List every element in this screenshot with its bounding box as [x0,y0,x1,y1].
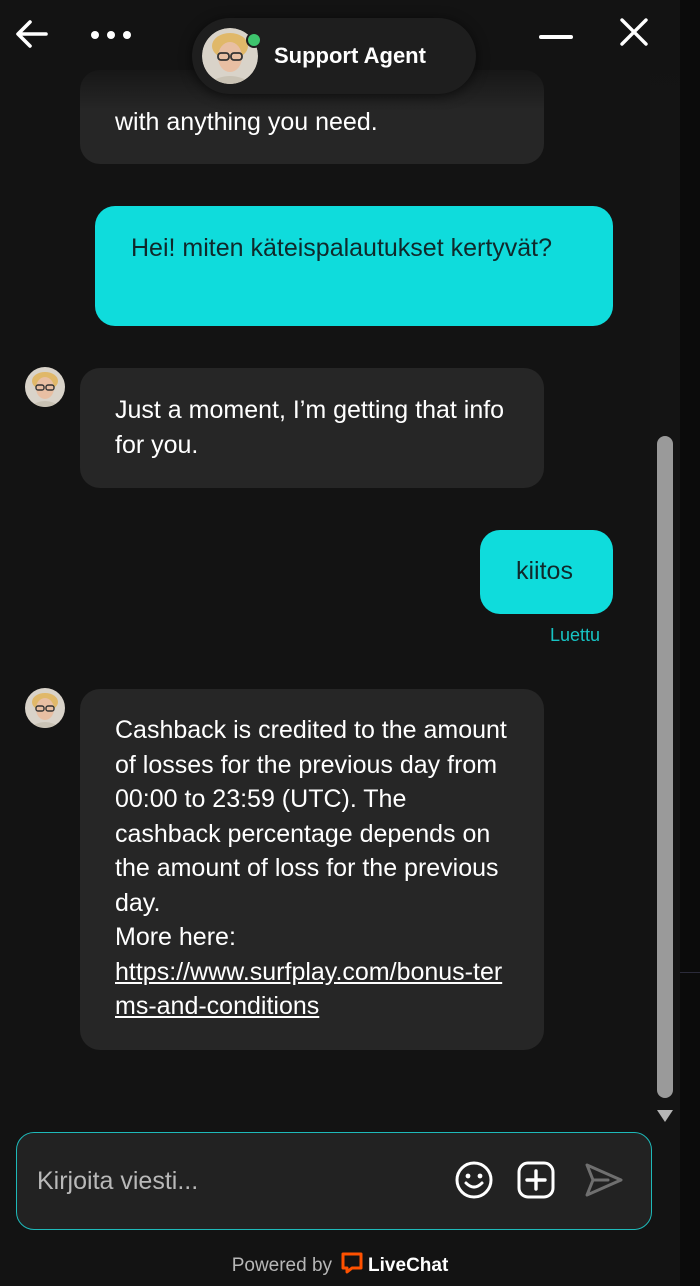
terms-link[interactable]: https://www.surfplay.com/bonus-terms-and… [115,958,502,1021]
agent-message-3: Cashback is credited to the amount of lo… [80,689,544,1050]
more-horizontal-icon [89,27,133,45]
chat-header: Support Agent [0,0,680,95]
close-button[interactable] [612,12,656,56]
message-text: Cashback is credited to the amount of lo… [115,716,507,917]
more-options-button[interactable] [86,14,136,58]
message-text: with anything you need. [115,108,378,136]
arrow-left-icon [15,19,49,54]
agent-avatar [25,688,65,728]
emoji-button[interactable] [453,1161,495,1203]
livechat-logo-icon [340,1251,368,1281]
message-input[interactable] [37,1159,437,1203]
minimize-icon [538,27,574,45]
page-background-strip [680,0,700,1286]
emoji-icon [454,1160,494,1205]
scrollbar-thumb[interactable] [657,436,673,1098]
powered-by-footer: Powered by LiveChat [0,1250,680,1282]
attachment-button[interactable] [515,1161,557,1203]
chat-widget: with anything you need. Hei! miten kätei… [0,0,680,1286]
agent-avatar [202,28,262,84]
agent-info-pill: Support Agent [192,18,476,94]
message-composer [16,1132,652,1230]
agent-message-2: Just a moment, I’m getting that info for… [80,368,544,488]
message-text: Just a moment, I’m getting that info for… [115,396,505,459]
close-icon [619,17,649,52]
agent-avatar [25,367,65,407]
message-list: with anything you need. Hei! miten kätei… [0,0,650,1130]
powered-by-label: Powered by [231,1255,333,1276]
send-icon [584,1162,624,1203]
user-message-2: kiitos [480,530,613,614]
online-status-dot [246,32,262,48]
user-message-1: Hei! miten käteispalautukset kertyvät? [95,206,613,326]
livechat-link[interactable]: LiveChat [340,1251,448,1281]
minimize-button[interactable] [534,14,578,58]
message-text: Hei! miten käteispalautukset kertyvät? [131,234,553,262]
read-receipt: Luettu [550,625,601,645]
livechat-brand-label: LiveChat [368,1255,449,1276]
back-button[interactable] [10,14,54,58]
send-button[interactable] [581,1159,627,1205]
scroll-down-arrow-icon[interactable] [655,1108,675,1124]
agent-name: Support Agent [274,43,426,68]
attachment-plus-icon [516,1160,556,1205]
message-text: kiitos [516,557,573,585]
more-label: More here: [115,923,236,951]
